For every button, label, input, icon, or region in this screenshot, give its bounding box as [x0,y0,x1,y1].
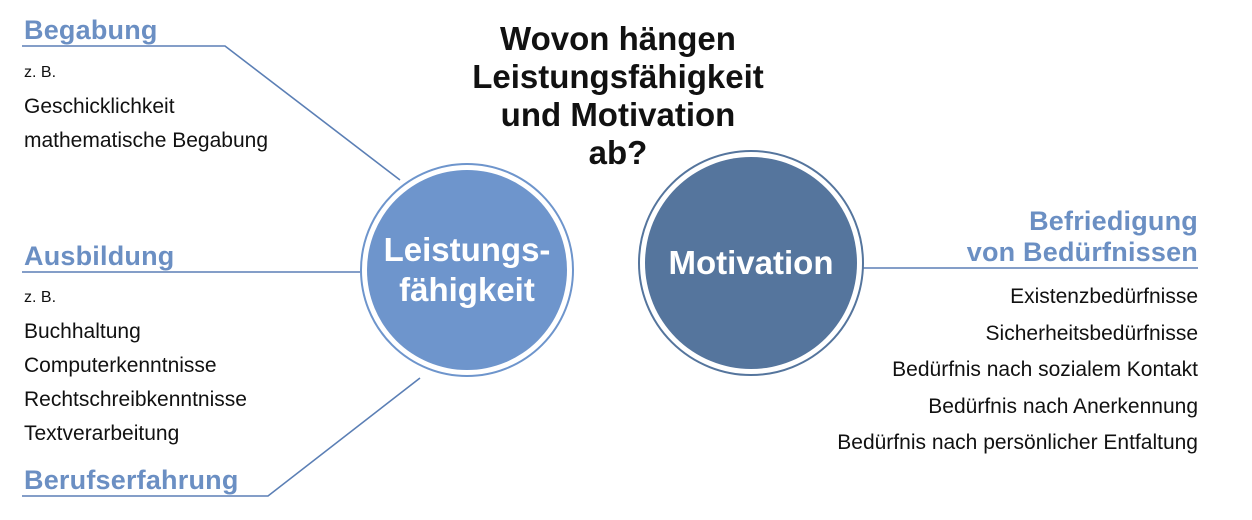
list-item: Existenzbedürfnisse [1010,285,1198,308]
list-item: Computerkenntnisse [24,354,217,377]
list-item: Textverarbeitung [24,422,180,445]
heading-berufserfahrung: Berufserfahrung [24,465,239,495]
heading-line: von Bedürfnissen [966,237,1198,267]
heading-ausbildung: Ausbildung [24,241,175,271]
list-item: Bedürfnis nach Anerkennung [928,394,1198,418]
list-item: Bedürfnis nach persönlicher Entfaltung [837,431,1198,454]
question-line: Leistungsfähigkeit [472,58,764,95]
list-item: Rechtschreibkenntnisse [24,388,247,411]
motivation-label: Motivation [668,244,834,281]
leistung-label-line2: fähigkeit [399,271,535,308]
list-beduerfnisse: Existenzbedürfnisse Sicherheitsbedürfnis… [837,279,1198,462]
list-prefix: z. B. [24,289,57,306]
question-line: und Motivation [500,96,736,133]
leistung-circle: Leistungs- fähigkeit [367,170,567,370]
list-prefix: z. B. [24,64,57,81]
list-item: Buchhaltung [24,320,141,343]
motivation-circle: Motivation [645,157,857,369]
diagram-question: Wovon hängen Leistungsfähigkeit und Moti… [458,20,778,172]
list-ausbildung: z. B. Buchhaltung Computerkenntnisse Rec… [24,281,247,451]
list-item: Sicherheitsbedürfnisse [985,321,1198,345]
list-item: Bedürfnis nach sozialem Kontakt [892,358,1198,381]
question-line: Wovon hängen [500,20,736,57]
leistung-label-line1: Leistungs- [383,231,551,268]
list-item: mathematische Begabung [24,129,268,152]
heading-beduerfnisse: Befriedigung von Bedürfnissen [967,206,1198,268]
list-begabung: z. B. Geschicklichkeit mathematische Beg… [24,56,268,158]
heading-line: Befriedigung [1029,206,1198,236]
list-item: Geschicklichkeit [24,95,175,118]
heading-begabung: Begabung [24,15,158,45]
